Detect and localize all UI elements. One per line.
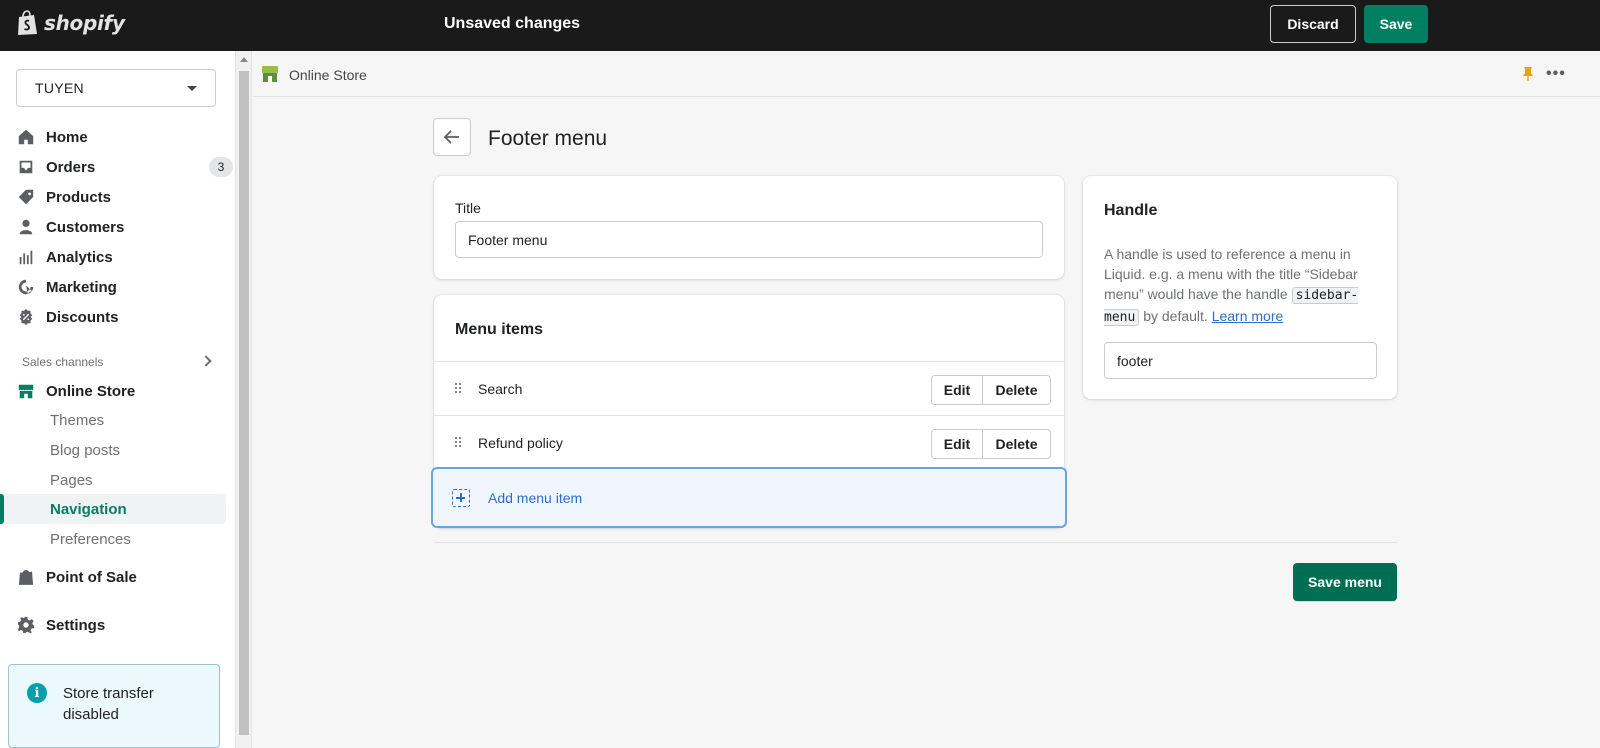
menu-item-actions: Edit Delete: [931, 429, 1051, 459]
menu-item-actions: Edit Delete: [931, 375, 1051, 405]
menu-items-heading: Menu items: [455, 321, 544, 338]
nav-preferences[interactable]: Preferences: [50, 531, 131, 548]
analytics-icon: [16, 247, 36, 267]
pos-bag-icon: [16, 567, 36, 587]
shopify-bag-icon: [18, 10, 37, 35]
handle-desc-suffix: by default.: [1143, 308, 1208, 324]
store-selector[interactable]: TUYEN: [16, 69, 216, 107]
nav-blog-posts[interactable]: Blog posts: [50, 442, 120, 459]
edit-button[interactable]: Edit: [931, 429, 983, 459]
handle-card: Handle A handle is used to reference a m…: [1083, 176, 1397, 399]
nav-discounts[interactable]: Discounts: [16, 303, 226, 331]
edit-button[interactable]: Edit: [931, 375, 983, 405]
orders-count-badge: 3: [209, 157, 233, 177]
main-content: Online Store ••• Footer menu Title Foote…: [253, 51, 1600, 748]
marketing-icon: [16, 277, 36, 297]
discard-button[interactable]: Discard: [1270, 5, 1356, 43]
chevron-right-icon[interactable]: [200, 355, 212, 367]
notice-text: Store transfer disabled: [63, 685, 154, 723]
drag-handle-icon[interactable]: [455, 437, 463, 449]
add-menu-item-button[interactable]: Add menu item: [431, 467, 1067, 528]
menu-item-row: Search Edit Delete: [434, 361, 1064, 416]
add-dashed-icon: [452, 489, 470, 507]
gear-icon: [16, 615, 36, 635]
nav-home-label: Home: [46, 128, 88, 146]
store-name: TUYEN: [35, 80, 84, 96]
nav-themes[interactable]: Themes: [50, 412, 104, 429]
home-icon: [16, 127, 36, 147]
info-icon: i: [27, 683, 47, 703]
title-card: Title Footer menu: [434, 176, 1064, 279]
caret-down-icon: [187, 86, 197, 91]
nav-pages[interactable]: Pages: [50, 472, 93, 489]
nav-point-of-sale[interactable]: Point of Sale: [16, 563, 226, 591]
handle-heading: Handle: [1104, 202, 1158, 219]
nav-marketing[interactable]: Marketing: [16, 273, 226, 301]
nav-marketing-label: Marketing: [46, 278, 117, 296]
nav-products[interactable]: Products: [16, 183, 226, 211]
discount-icon: [16, 307, 36, 327]
nav-orders-label: Orders: [46, 158, 96, 176]
nav-customers-label: Customers: [46, 218, 125, 236]
nav-analytics-label: Analytics: [46, 248, 113, 266]
sales-channels-label: Sales channels: [22, 355, 104, 369]
breadcrumb-label[interactable]: Online Store: [289, 67, 367, 83]
save-button[interactable]: Save: [1364, 5, 1428, 43]
nav-home[interactable]: Home: [16, 123, 226, 151]
menu-item-row: Refund policy Edit Delete: [434, 415, 1064, 470]
nav-point-of-sale-label: Point of Sale: [46, 568, 137, 586]
menu-item-label: Refund policy: [478, 435, 563, 451]
save-menu-button[interactable]: Save menu: [1293, 563, 1397, 601]
sidebar-scrollbar[interactable]: [236, 51, 252, 748]
title-field-label: Title: [455, 200, 481, 216]
pin-icon[interactable]: [1521, 66, 1535, 82]
online-store-icon: [262, 66, 278, 82]
menu-item-label: Search: [478, 381, 523, 397]
handle-input[interactable]: footer: [1104, 342, 1377, 379]
page-title: Footer menu: [488, 127, 608, 150]
drag-handle-icon[interactable]: [455, 383, 463, 395]
nav-analytics[interactable]: Analytics: [16, 243, 226, 271]
person-icon: [16, 217, 36, 237]
scroll-thumb[interactable]: [239, 71, 249, 735]
add-menu-item-label: Add menu item: [488, 490, 583, 506]
more-horizontal-icon[interactable]: •••: [1546, 65, 1566, 83]
sidebar: TUYEN Home Orders 3 Products Customers A…: [0, 51, 236, 748]
delete-button[interactable]: Delete: [983, 375, 1051, 405]
breadcrumb: Online Store •••: [253, 51, 1600, 97]
brand-name: shopify: [44, 11, 125, 35]
arrow-left-icon: [444, 130, 459, 144]
store-icon: [16, 381, 36, 401]
nav-orders[interactable]: Orders 3: [16, 153, 233, 181]
nav-settings[interactable]: Settings: [16, 611, 226, 639]
shopify-logo[interactable]: shopify: [16, 10, 125, 36]
back-button[interactable]: [433, 118, 471, 156]
delete-button[interactable]: Delete: [983, 429, 1051, 459]
scroll-up-arrow-icon[interactable]: [240, 57, 248, 62]
learn-more-link[interactable]: Learn more: [1212, 308, 1284, 324]
nav-settings-label: Settings: [46, 616, 106, 634]
nav-customers[interactable]: Customers: [16, 213, 226, 241]
active-indicator: [0, 494, 4, 524]
nav-navigation[interactable]: Navigation: [50, 501, 127, 518]
nav-discounts-label: Discounts: [46, 308, 119, 326]
title-input[interactable]: Footer menu: [455, 221, 1043, 258]
top-bar: shopify Unsaved changes Discard Save: [0, 0, 1600, 51]
tag-icon: [16, 187, 36, 207]
nav-online-store[interactable]: Online Store: [16, 377, 226, 405]
orders-icon: [16, 157, 36, 177]
store-transfer-notice: i Store transfer disabled: [8, 664, 220, 748]
nav-online-store-label: Online Store: [46, 382, 136, 400]
nav-products-label: Products: [46, 188, 112, 206]
divider: [434, 542, 1397, 543]
unsaved-changes-text: Unsaved changes: [444, 15, 581, 32]
handle-description: A handle is used to reference a menu in …: [1104, 244, 1379, 328]
